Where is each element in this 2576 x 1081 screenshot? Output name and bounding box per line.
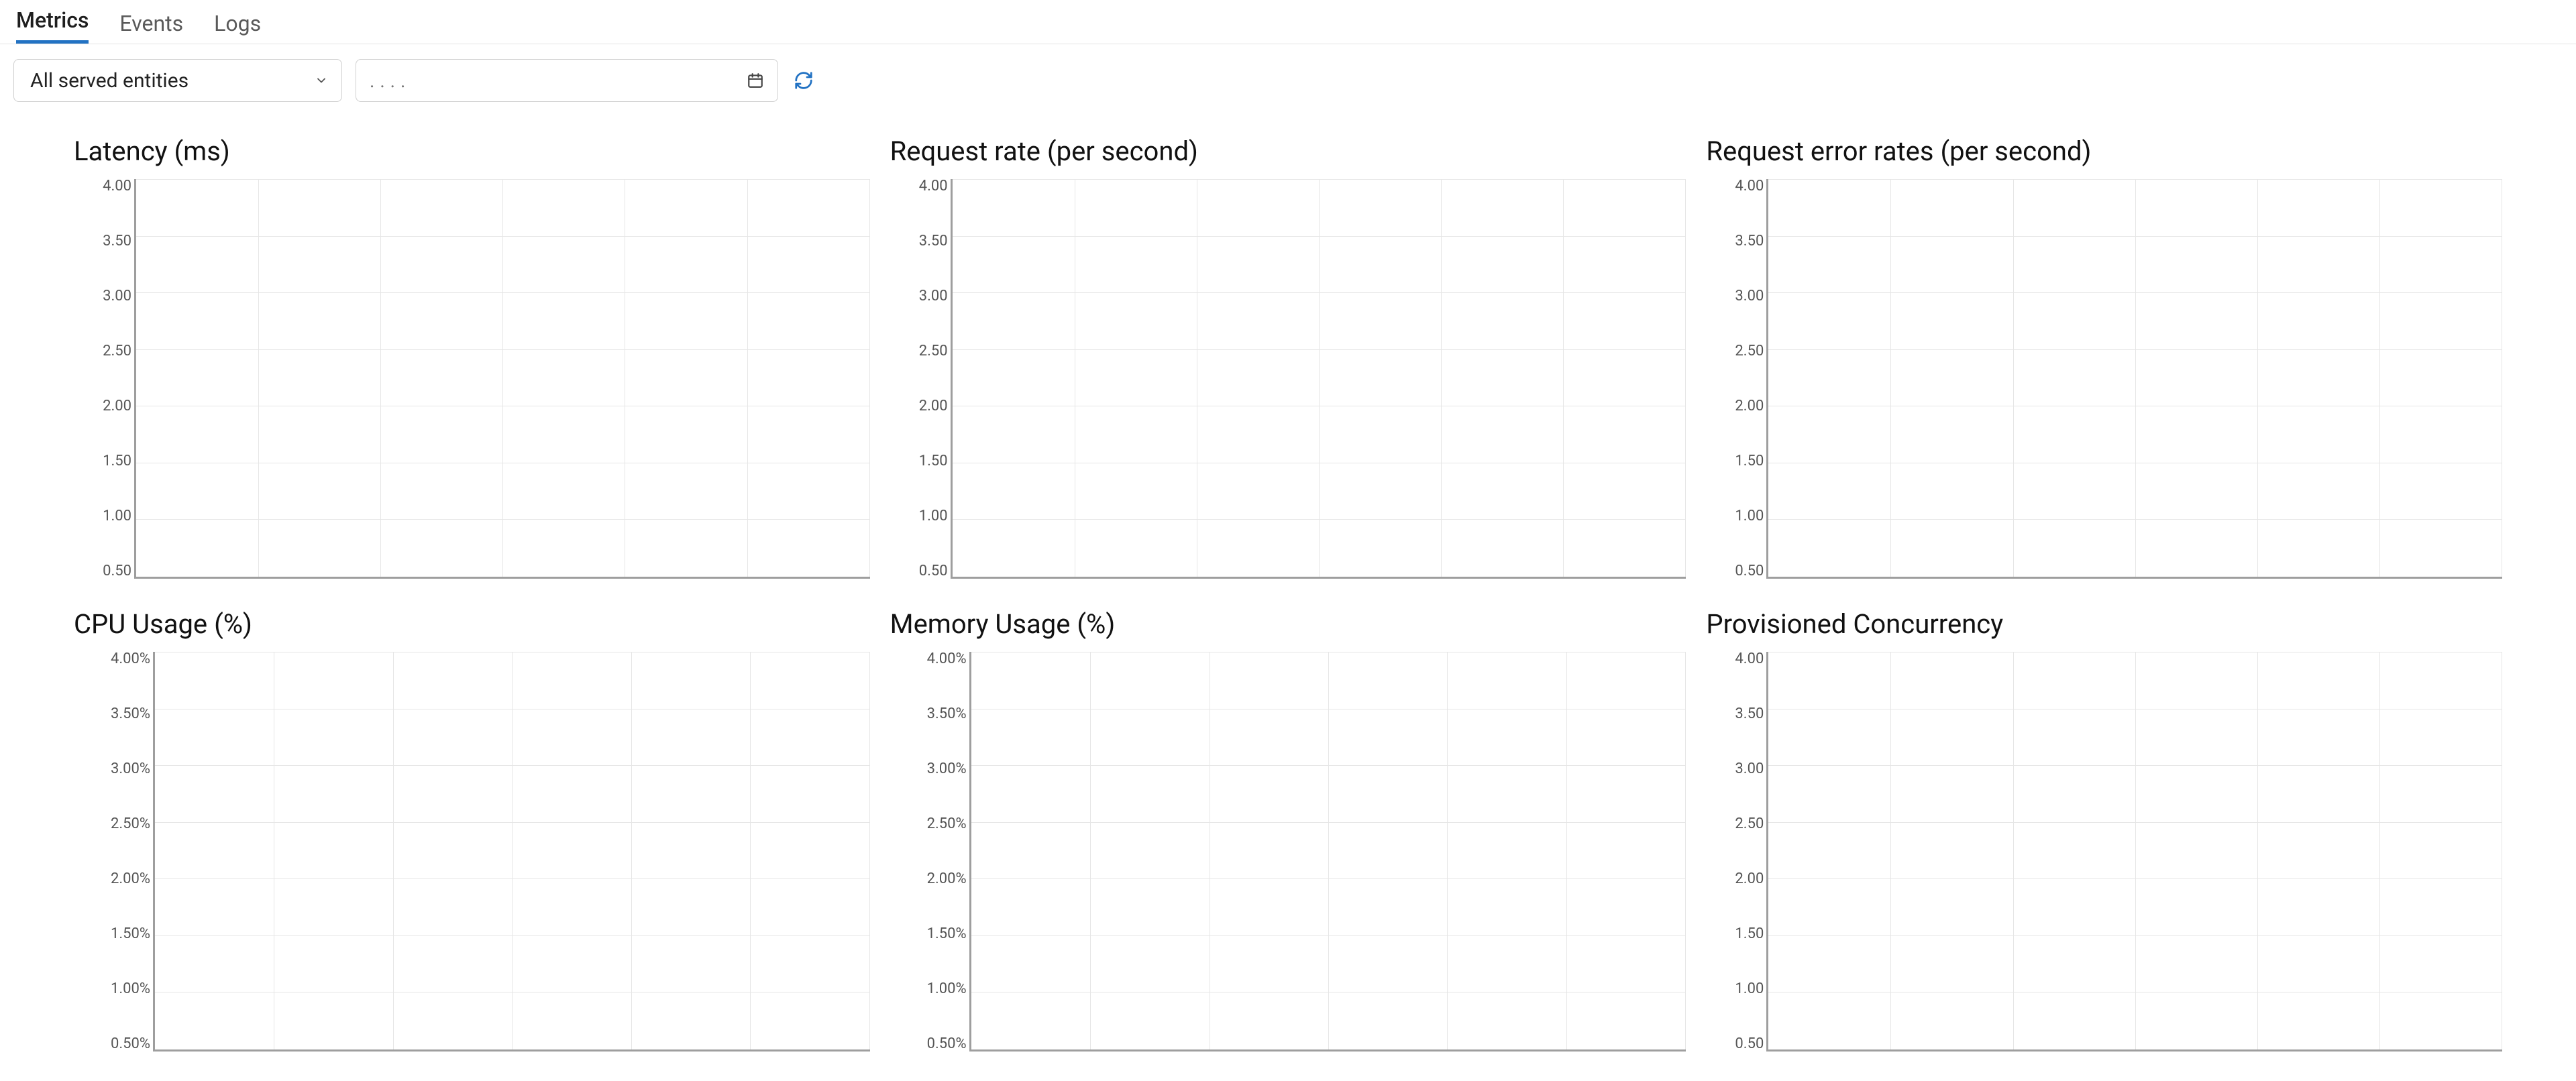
y-axis: 4.00% 3.50% 3.00% 2.50% 2.00% 1.50% 1.00% 0.50% <box>74 652 150 1051</box>
y-tick: 2.50 <box>890 344 948 359</box>
y-tick: 4.00 <box>74 179 131 194</box>
y-tick: 1.50 <box>74 454 131 469</box>
y-tick: 2.50 <box>74 344 131 359</box>
y-tick: 1.00 <box>890 509 948 524</box>
chart-latency: Latency (ms) 4.00 3.50 3.00 2.50 2.00 1.50 1.00… <box>74 135 870 581</box>
y-tick: 2.00 <box>1706 872 1764 887</box>
y-axis: 4.00 3.50 3.00 2.50 2.00 1.50 1.00 0.50 <box>74 179 131 579</box>
y-tick: 3.50 <box>890 234 948 249</box>
y-tick: 4.00% <box>74 652 150 667</box>
v-gridlines <box>155 652 870 1049</box>
chart-request-error-rates: Request error rates (per second) 4.00 3.50… <box>1706 135 2502 581</box>
y-tick: 2.00 <box>890 399 948 414</box>
y-axis: 4.00 3.50 3.00 2.50 2.00 1.50 1.00 0.50 <box>890 179 948 579</box>
y-tick: 3.50 <box>1706 707 1764 722</box>
v-gridlines <box>1768 179 2502 577</box>
y-tick: 3.50% <box>74 707 150 722</box>
chart-title: Provisioned Concurrency <box>1706 608 2502 640</box>
plot-area <box>1766 652 2502 1051</box>
chart-memory-usage: Memory Usage (%) 4.00% 3.50% 3.00% 2.50% 2.00… <box>890 608 1686 1054</box>
chart-request-rate: Request rate (per second) 4.00 3.50 3.00 2.5… <box>890 135 1686 581</box>
y-tick: 0.50% <box>890 1037 967 1051</box>
y-tick: 1.50 <box>890 454 948 469</box>
y-tick: 1.50% <box>74 927 150 942</box>
y-tick: 2.00 <box>74 399 131 414</box>
y-tick: 4.00 <box>1706 652 1764 667</box>
y-tick: 1.50% <box>890 927 967 942</box>
y-tick: 4.00 <box>890 179 948 194</box>
calendar-icon <box>747 72 764 89</box>
y-tick: 3.00 <box>1706 762 1764 777</box>
chart-title: Request rate (per second) <box>890 135 1686 167</box>
tab-metrics[interactable]: Metrics <box>16 9 89 44</box>
chart-body: 4.00% 3.50% 3.00% 2.50% 2.00% 1.50% 1.00% 0.50% <box>74 652 870 1054</box>
y-axis: 4.00 3.50 3.00 2.50 2.00 1.50 1.00 0.50 <box>1706 179 1764 579</box>
y-axis: 4.00% 3.50% 3.00% 2.50% 2.00% 1.50% 1.00% 0.50% <box>890 652 967 1051</box>
y-tick: 2.00 <box>1706 399 1764 414</box>
y-tick: 0.50 <box>890 564 948 579</box>
chart-body: 4.00 3.50 3.00 2.50 2.00 1.50 1.00 0.50 <box>1706 652 2502 1054</box>
refresh-icon <box>794 70 814 91</box>
y-tick: 2.00% <box>74 872 150 887</box>
v-gridlines <box>971 652 1686 1049</box>
y-tick: 1.00 <box>74 509 131 524</box>
y-tick: 3.50 <box>74 234 131 249</box>
v-gridlines <box>136 179 870 577</box>
y-tick: 2.00% <box>890 872 967 887</box>
y-tick: 2.50 <box>1706 817 1764 832</box>
y-tick: 1.00 <box>1706 982 1764 997</box>
chart-body: 4.00 3.50 3.00 2.50 2.00 1.50 1.00 0.50 <box>890 179 1686 581</box>
y-tick: 3.00% <box>74 762 150 777</box>
y-tick: 2.50% <box>890 817 967 832</box>
y-tick: 4.00% <box>890 652 967 667</box>
y-tick: 3.00% <box>890 762 967 777</box>
y-tick: 4.00 <box>1706 179 1764 194</box>
v-gridlines <box>1768 652 2502 1049</box>
chart-title: Latency (ms) <box>74 135 870 167</box>
tab-logs[interactable]: Logs <box>214 13 261 44</box>
tab-events[interactable]: Events <box>119 13 183 44</box>
refresh-button[interactable] <box>792 68 816 93</box>
chart-title: CPU Usage (%) <box>74 608 870 640</box>
y-tick: 1.50 <box>1706 927 1764 942</box>
y-tick: 1.00 <box>1706 509 1764 524</box>
chart-provisioned-concurrency: Provisioned Concurrency 4.00 3.50 3.00 2.50 2… <box>1706 608 2502 1054</box>
y-tick: 0.50% <box>74 1037 150 1051</box>
y-tick: 0.50 <box>1706 564 1764 579</box>
metrics-toolbar: All served entities . . . . <box>0 44 2576 102</box>
y-tick: 1.50 <box>1706 454 1764 469</box>
chart-body: 4.00 3.50 3.00 2.50 2.00 1.50 1.00 0.50 <box>74 179 870 581</box>
y-tick: 2.50% <box>74 817 150 832</box>
plot-area <box>969 652 1686 1051</box>
plot-area <box>951 179 1686 579</box>
chevron-down-icon <box>315 74 328 87</box>
date-range-input[interactable]: . . . . <box>356 59 778 102</box>
y-tick: 1.00% <box>890 982 967 997</box>
chart-body: 4.00% 3.50% 3.00% 2.50% 2.00% 1.50% 1.00% 0.50% <box>890 652 1686 1054</box>
tabs: Metrics Events Logs <box>0 0 2576 44</box>
entity-select[interactable]: All served entities <box>13 59 342 102</box>
y-tick: 0.50 <box>74 564 131 579</box>
plot-area <box>153 652 870 1051</box>
v-gridlines <box>953 179 1686 577</box>
plot-area <box>1766 179 2502 579</box>
y-tick: 3.00 <box>74 289 131 304</box>
y-tick: 3.50 <box>1706 234 1764 249</box>
y-tick: 1.00% <box>74 982 150 997</box>
date-range-value: . . . . <box>370 70 747 92</box>
y-tick: 2.50 <box>1706 344 1764 359</box>
chart-title: Request error rates (per second) <box>1706 135 2502 167</box>
y-tick: 0.50 <box>1706 1037 1764 1051</box>
plot-area <box>134 179 870 579</box>
y-tick: 3.00 <box>890 289 948 304</box>
chart-cpu-usage: CPU Usage (%) 4.00% 3.50% 3.00% 2.50% 2.00% 1.… <box>74 608 870 1054</box>
charts-grid: Latency (ms) 4.00 3.50 3.00 2.50 2.00 1.50 1.00… <box>0 102 2576 1081</box>
y-tick: 3.50% <box>890 707 967 722</box>
entity-select-value: All served entities <box>30 69 189 93</box>
chart-body: 4.00 3.50 3.00 2.50 2.00 1.50 1.00 0.50 <box>1706 179 2502 581</box>
y-axis: 4.00 3.50 3.00 2.50 2.00 1.50 1.00 0.50 <box>1706 652 1764 1051</box>
chart-title: Memory Usage (%) <box>890 608 1686 640</box>
y-tick: 3.00 <box>1706 289 1764 304</box>
